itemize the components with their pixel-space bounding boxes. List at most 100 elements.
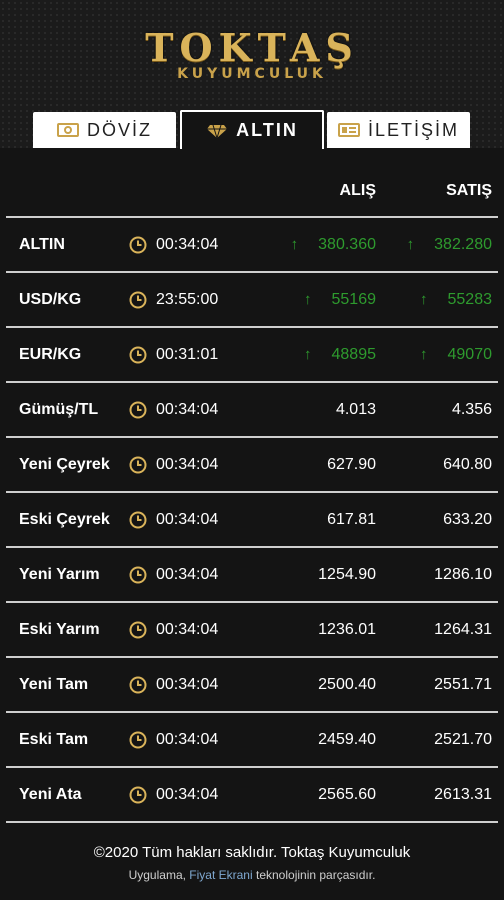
tab-doviz-label: DÖVİZ — [86, 119, 152, 140]
clock-icon — [129, 218, 147, 271]
buy-price-cell: 2565.60 — [318, 768, 376, 821]
sell-price-cell: 2613.31 — [434, 768, 492, 821]
table-row[interactable]: Eski Yarım 00:34:04 1236.01 1264.31 — [6, 603, 498, 658]
update-time: 00:31:01 — [156, 345, 219, 363]
update-time: 00:34:04 — [156, 400, 219, 418]
table-row[interactable]: Yeni Yarım 00:34:04 1254.90 1286.10 — [6, 548, 498, 603]
table-row[interactable]: Eski Tam 00:34:04 2459.40 2521.70 — [6, 713, 498, 768]
price-table: ALIŞ SATIŞ ALTIN 00:34:04 ↑ 380.360 ↑ 382.280… — [6, 148, 498, 823]
buy-price: 617.81 — [327, 510, 376, 528]
diamond-icon — [206, 123, 228, 139]
clock-icon — [129, 438, 147, 491]
table-row[interactable]: EUR/KG 00:31:01 ↑ 48895 ↑ 49070 — [6, 328, 498, 383]
header: TOKTAŞ KUYUMCULUK DÖVİZ ALTIN İLETİŞİM — [0, 0, 504, 149]
brand-name: TOKTAŞ — [145, 25, 359, 70]
update-time: 00:34:04 — [156, 620, 219, 638]
clock-icon — [129, 328, 147, 381]
buy-price: 4.013 — [335, 400, 376, 418]
update-time: 00:34:04 — [156, 785, 219, 803]
sell-price-cell: ↑ 49070 — [420, 328, 492, 381]
arrow-up-icon: ↑ — [304, 291, 312, 308]
sell-price-cell: 633.20 — [443, 493, 492, 546]
instrument-name: Yeni Ata — [19, 785, 82, 803]
buy-price-cell: ↑ 55169 — [304, 273, 376, 326]
sell-price: 49070 — [447, 345, 493, 363]
buy-price: 1254.90 — [318, 565, 376, 583]
buy-price-cell: 2500.40 — [318, 658, 376, 711]
clock-icon — [129, 768, 147, 821]
table-row[interactable]: ALTIN 00:34:04 ↑ 380.360 ↑ 382.280 — [6, 218, 498, 273]
buy-price-cell: ↑ 380.360 — [291, 218, 376, 271]
buy-column-header: ALIŞ — [339, 182, 376, 199]
arrow-up-icon: ↑ — [406, 236, 415, 253]
sell-price-cell: ↑ 55283 — [420, 273, 492, 326]
buy-price: 2565.60 — [318, 785, 376, 803]
buy-price-cell: ↑ 48895 — [304, 328, 376, 381]
buy-price: 48895 — [331, 345, 377, 363]
update-time: 00:34:04 — [156, 730, 219, 748]
logo: TOKTAŞ KUYUMCULUK — [0, 25, 504, 83]
table-row[interactable]: Yeni Tam 00:34:04 2500.40 2551.71 — [6, 658, 498, 713]
buy-price-cell: 1254.90 — [318, 548, 376, 601]
clock-icon — [129, 603, 147, 656]
sell-price-cell: ↑ 382.280 — [407, 218, 492, 271]
update-time: 00:34:04 — [156, 235, 219, 253]
footer-subtext: Uygulama, Fiyat Ekrani teknolojinin parç… — [0, 868, 504, 882]
instrument-name: Eski Tam — [19, 730, 89, 748]
sell-price: 1264.31 — [434, 620, 492, 638]
sell-price-cell: 640.80 — [443, 438, 492, 491]
tab-iletisim[interactable]: İLETİŞİM — [327, 112, 470, 148]
clock-icon — [129, 493, 147, 546]
clock-icon — [129, 548, 147, 601]
sell-price: 55283 — [447, 290, 493, 308]
tab-bar: DÖVİZ ALTIN İLETİŞİM — [0, 110, 504, 149]
update-time: 00:34:04 — [156, 455, 219, 473]
sell-price: 2551.71 — [434, 675, 492, 693]
update-time: 00:34:04 — [156, 510, 219, 528]
instrument-name: Eski Çeyrek — [19, 510, 110, 528]
arrow-up-icon: ↑ — [304, 346, 312, 363]
update-time: 23:55:00 — [156, 290, 219, 308]
buy-price-cell: 627.90 — [327, 438, 376, 491]
sell-column-header: SATIŞ — [446, 182, 492, 199]
tab-iletisim-label: İLETİŞİM — [367, 119, 459, 140]
sell-price: 4.356 — [451, 400, 492, 418]
buy-price: 2500.40 — [318, 675, 376, 693]
instrument-name: Yeni Çeyrek — [19, 455, 110, 473]
fiyat-ekrani-link[interactable]: Fiyat Ekrani — [189, 868, 252, 882]
buy-price: 2459.40 — [318, 730, 376, 748]
sell-price: 382.280 — [434, 235, 492, 253]
buy-price-cell: 617.81 — [327, 493, 376, 546]
buy-price-cell: 1236.01 — [318, 603, 376, 656]
sell-price: 2613.31 — [434, 785, 492, 803]
update-time: 00:34:04 — [156, 565, 219, 583]
sell-price: 640.80 — [443, 455, 492, 473]
arrow-up-icon: ↑ — [420, 291, 428, 308]
table-row[interactable]: Eski Çeyrek 00:34:04 617.81 633.20 — [6, 493, 498, 548]
tab-altin[interactable]: ALTIN — [180, 110, 324, 149]
table-row[interactable]: USD/KG 23:55:00 ↑ 55169 ↑ 55283 — [6, 273, 498, 328]
table-row[interactable]: Gümüş/TL 00:34:04 4.013 4.356 — [6, 383, 498, 438]
instrument-name: ALTIN — [19, 235, 65, 253]
clock-icon — [129, 658, 147, 711]
instrument-name: USD/KG — [19, 290, 82, 308]
update-time: 00:34:04 — [156, 675, 219, 693]
sell-price: 633.20 — [443, 510, 492, 528]
table-header: ALIŞ SATIŞ — [6, 148, 498, 218]
instrument-name: Yeni Yarım — [19, 565, 100, 583]
clock-icon — [129, 713, 147, 766]
sell-price-cell: 2521.70 — [434, 713, 492, 766]
sell-price-cell: 1286.10 — [434, 548, 492, 601]
footer: ©2020 Tüm hakları saklıdır. Toktaş Kuyum… — [0, 836, 504, 882]
table-row[interactable]: Yeni Ata 00:34:04 2565.60 2613.31 — [6, 768, 498, 823]
tab-altin-label: ALTIN — [236, 120, 298, 140]
sell-price-cell: 2551.71 — [434, 658, 492, 711]
money-icon — [56, 122, 79, 138]
sell-price: 1286.10 — [434, 565, 492, 583]
arrow-up-icon: ↑ — [420, 346, 428, 363]
instrument-name: EUR/KG — [19, 345, 82, 363]
contact-card-icon — [337, 122, 360, 138]
tab-doviz[interactable]: DÖVİZ — [33, 112, 176, 148]
table-row[interactable]: Yeni Çeyrek 00:34:04 627.90 640.80 — [6, 438, 498, 493]
instrument-name: Yeni Tam — [19, 675, 89, 693]
